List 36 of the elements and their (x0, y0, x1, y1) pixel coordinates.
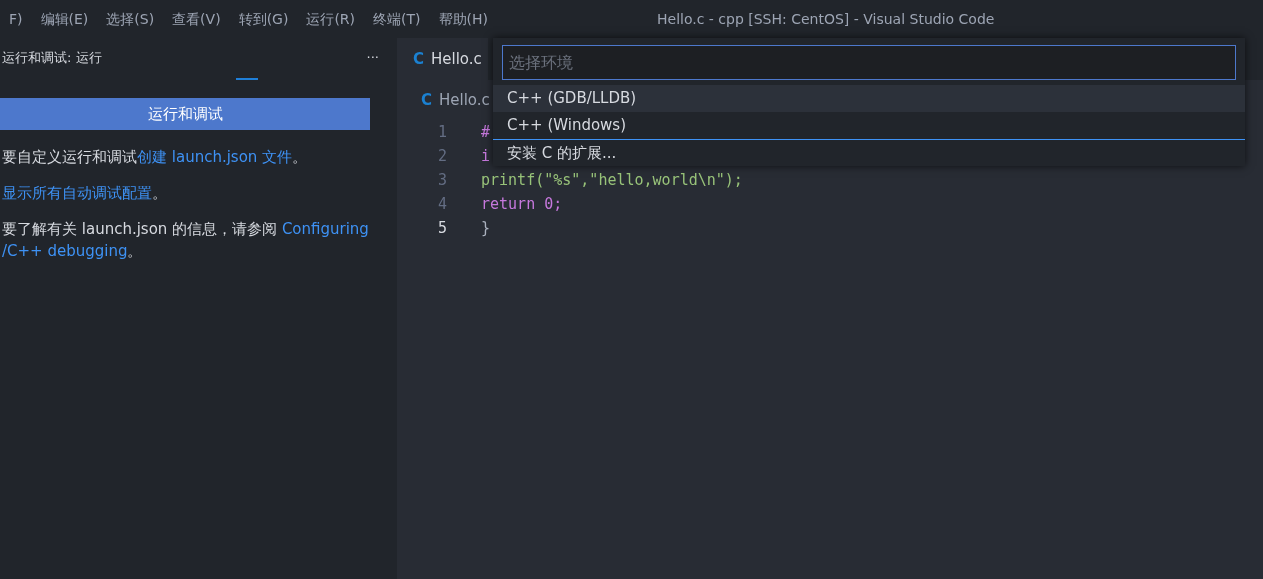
menu-item[interactable]: 帮助(H) (429, 0, 497, 38)
run-and-debug-button[interactable]: 运行和调试 (0, 98, 370, 130)
line-number: 2 (436, 146, 448, 167)
line-number: 3 (436, 170, 448, 191)
help-link[interactable]: Configuring (281, 220, 369, 238)
code-line: printf("%s","hello,world\n"); (480, 170, 743, 191)
help-link[interactable]: /C++ debugging (2, 242, 128, 260)
help-link[interactable]: 创建 launch.json 文件 (137, 148, 293, 166)
breadcrumb-item[interactable]: Hello.c (439, 88, 490, 112)
menu-item[interactable]: 编辑(E) (31, 0, 98, 38)
search-field[interactable]: 选择环境 (502, 45, 1236, 80)
code-line: return 0; (480, 194, 563, 215)
code-line: i (480, 146, 491, 167)
help-text: 显示所有自动调试配置。 (2, 183, 168, 204)
help-text: 要了解有关 launch.json 的信息，请参阅 Configuring /C++ debugging。 (2, 219, 370, 262)
option-item[interactable]: 安装 C 的扩展... (493, 139, 1245, 166)
option-item[interactable]: C++ (GDB/LLDB) (493, 85, 1245, 112)
more-actions-button[interactable]: ··· (366, 48, 379, 68)
menu-item[interactable]: F) (0, 0, 32, 38)
option-item[interactable]: C++ (Windows) (493, 112, 1245, 139)
help-text: 要自定义运行和调试创建 launch.json 文件。 (2, 147, 309, 168)
line-number: 5 (436, 218, 448, 239)
line-number: 1 (436, 122, 448, 143)
menu-item[interactable]: 选择(S) (97, 0, 164, 38)
panel-title: 运行和调试: 运行 (2, 49, 102, 68)
c-file-icon: C (421, 88, 432, 112)
code-line: # (480, 122, 491, 143)
menu-item[interactable]: 终端(T) (364, 0, 430, 38)
help-link[interactable]: 显示所有自动调试配置 (2, 184, 152, 202)
code-line: } (480, 218, 491, 239)
menu-item[interactable]: 转到(G) (229, 0, 298, 38)
window-title: Hello.c - cpp [SSH: CentOS] - Visual Studio Code (657, 10, 995, 29)
editor-tab[interactable]: C Hello.c (397, 38, 488, 80)
menu-item[interactable]: 运行(R) (297, 0, 365, 38)
menu-item[interactable]: 查看(V) (163, 0, 230, 38)
line-number: 4 (436, 194, 448, 215)
